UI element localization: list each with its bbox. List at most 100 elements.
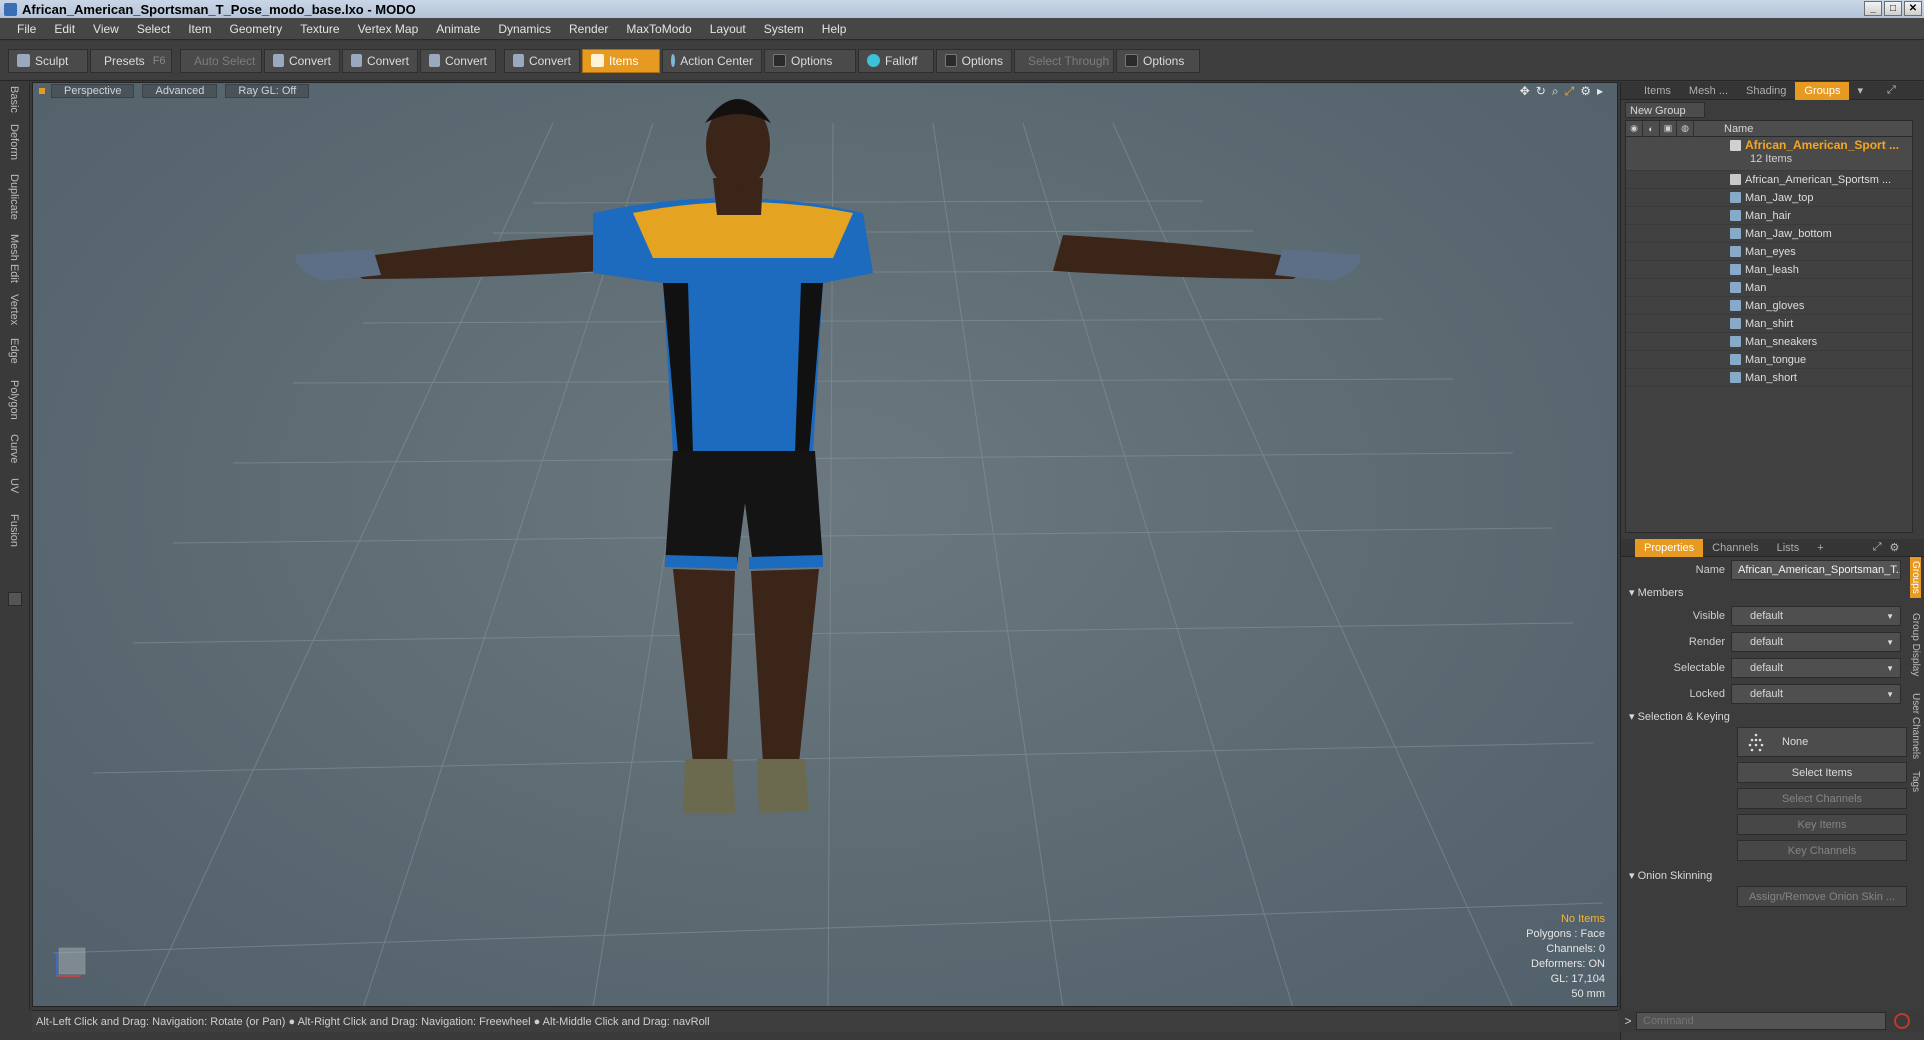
group-row[interactable]: African_American_Sport ... 12 Items [1626, 137, 1912, 171]
tree-item[interactable]: Man_leash [1626, 261, 1912, 279]
tree-item[interactable]: Man_gloves [1626, 297, 1912, 315]
menu-vertex-map[interactable]: Vertex Map [349, 18, 428, 40]
menu-maxtomodo[interactable]: MaxToModo [617, 18, 700, 40]
key-items-button[interactable]: Key Items [1737, 814, 1907, 835]
tab-items[interactable]: Items [1635, 82, 1680, 100]
convert-button-2[interactable]: Convert [342, 48, 418, 73]
lock-icon[interactable]: ▣ [1660, 120, 1677, 137]
add-tab-button[interactable]: + [1808, 539, 1832, 557]
render-dropdown[interactable]: default [1731, 632, 1901, 652]
tree-item[interactable]: Man_sneakers [1626, 333, 1912, 351]
vtab-user-channels[interactable]: User Channels [1910, 693, 1921, 759]
menu-layout[interactable]: Layout [701, 18, 755, 40]
action-center-button[interactable]: Action Center [662, 48, 762, 73]
presets-button[interactable]: Presets F6 [90, 48, 172, 73]
tab-basic[interactable]: Basic [8, 86, 20, 113]
convert-button-1[interactable]: Convert [264, 48, 340, 73]
tab-deform[interactable]: Deform [8, 124, 20, 160]
close-button[interactable]: ✕ [1904, 1, 1922, 16]
new-group-button[interactable]: New Group [1625, 102, 1705, 118]
tab-properties[interactable]: Properties [1635, 538, 1704, 557]
pan-icon[interactable]: ✥ [1520, 84, 1530, 99]
onion-skinning-section[interactable]: ▾ Onion Skinning [1621, 866, 1924, 886]
convert-button-3[interactable]: Convert [420, 48, 496, 73]
menu-help[interactable]: Help [813, 18, 856, 40]
assign-onion-skin-button[interactable]: Assign/Remove Onion Skin ... [1737, 886, 1907, 907]
rotate-icon[interactable]: ↻ [1536, 84, 1546, 99]
vtab-group-display[interactable]: Group Display [1910, 613, 1921, 676]
options-button-2[interactable]: Options [936, 48, 1012, 73]
eye-icon[interactable]: ◉ [1626, 120, 1643, 137]
tree-item[interactable]: Man [1626, 279, 1912, 297]
menu-texture[interactable]: Texture [291, 18, 348, 40]
minimize-button[interactable]: _ [1864, 1, 1882, 16]
tab-shading[interactable]: Shading [1737, 82, 1795, 100]
tab-channels[interactable]: Channels [1703, 539, 1767, 557]
vtab-groups[interactable]: Groups [1910, 557, 1921, 598]
tab-polygon[interactable]: Polygon [8, 380, 20, 420]
key-channels-button[interactable]: Key Channels [1737, 840, 1907, 861]
menu-edit[interactable]: Edit [45, 18, 84, 40]
members-section[interactable]: ▾ Members [1621, 583, 1924, 603]
tab-fusion[interactable]: Fusion [8, 514, 20, 547]
none-button[interactable]: None [1737, 727, 1907, 757]
options-button-3[interactable]: Options [1116, 48, 1200, 73]
expand-right-icon[interactable]: ▸ [1597, 84, 1603, 99]
vtab-tags[interactable]: Tags [1910, 771, 1921, 792]
selectable-icon[interactable]: ◍ [1677, 120, 1694, 137]
tree-item[interactable]: Man_tongue [1626, 351, 1912, 369]
auto-select-button[interactable]: Auto Select [180, 48, 262, 73]
maximize-button[interactable]: □ [1884, 1, 1902, 16]
menu-dynamics[interactable]: Dynamics [489, 18, 560, 40]
select-items-button[interactable]: Select Items [1737, 762, 1907, 783]
selectable-dropdown[interactable]: default [1731, 658, 1901, 678]
select-through-button[interactable]: Select Through [1014, 48, 1114, 73]
shading-mode-button[interactable]: Advanced [142, 84, 218, 98]
tab-lists[interactable]: Lists [1768, 539, 1809, 557]
raygl-button[interactable]: Ray GL: Off [225, 84, 310, 98]
tree-item[interactable]: Man_Jaw_top [1626, 189, 1912, 207]
view-mode-button[interactable]: Perspective [51, 84, 135, 98]
tree-item[interactable]: Man_short [1626, 369, 1912, 387]
tree-item[interactable]: Man_Jaw_bottom [1626, 225, 1912, 243]
tab-uv[interactable]: UV [8, 478, 20, 493]
menu-system[interactable]: System [755, 18, 813, 40]
selection-keying-section[interactable]: ▾ Selection & Keying [1621, 707, 1924, 727]
tab-edge[interactable]: Edge [8, 338, 20, 364]
items-mode-button[interactable]: Items [582, 48, 660, 73]
command-input[interactable] [1636, 1012, 1886, 1030]
menu-animate[interactable]: Animate [427, 18, 489, 40]
menu-file[interactable]: File [8, 18, 45, 40]
chevron-down-icon[interactable]: ▾ [1857, 84, 1863, 97]
gear-icon[interactable]: ⚙ [1890, 541, 1900, 554]
name-field[interactable]: African_American_Sportsman_T... [1731, 560, 1901, 580]
menu-geometry[interactable]: Geometry [221, 18, 292, 40]
3d-viewport[interactable]: Perspective Advanced Ray GL: Off ✥ ↻ ⌕ ⤢… [32, 82, 1618, 1007]
tab-duplicate[interactable]: Duplicate [8, 174, 20, 220]
menu-select[interactable]: Select [128, 18, 179, 40]
convert-button-4[interactable]: Convert [504, 48, 580, 73]
tree-item[interactable]: African_American_Sportsm ... [1626, 171, 1912, 189]
fit-icon[interactable]: ⤢ [1565, 84, 1575, 99]
menu-item[interactable]: Item [179, 18, 220, 40]
options-button-1[interactable]: Options [764, 48, 856, 73]
tab-mesh-edit[interactable]: Mesh Edit [8, 234, 20, 283]
zoom-icon[interactable]: ⌕ [1552, 84, 1559, 99]
falloff-button[interactable]: Falloff [858, 48, 934, 73]
visible-dropdown[interactable]: default [1731, 606, 1901, 626]
locked-dropdown[interactable]: default [1731, 684, 1901, 704]
tree-item[interactable]: Man_eyes [1626, 243, 1912, 261]
gear-icon[interactable]: ⚙ [1580, 84, 1591, 99]
tab-curve[interactable]: Curve [8, 434, 20, 463]
tab-mesh[interactable]: Mesh ... [1680, 82, 1737, 100]
stop-icon[interactable] [1894, 1013, 1910, 1029]
tab-vertex[interactable]: Vertex [8, 294, 20, 325]
panel-toggle-icon[interactable] [8, 592, 22, 606]
maximize-panel-icon[interactable]: ⤢ [1873, 541, 1882, 554]
tree-item[interactable]: Man_shirt [1626, 315, 1912, 333]
select-channels-button[interactable]: Select Channels [1737, 788, 1907, 809]
maximize-panel-icon[interactable]: ⤢ [1887, 84, 1896, 97]
sculpt-button[interactable]: Sculpt [8, 48, 88, 73]
render-icon[interactable]: ◐ [1643, 120, 1660, 137]
tab-groups[interactable]: Groups [1795, 81, 1850, 100]
